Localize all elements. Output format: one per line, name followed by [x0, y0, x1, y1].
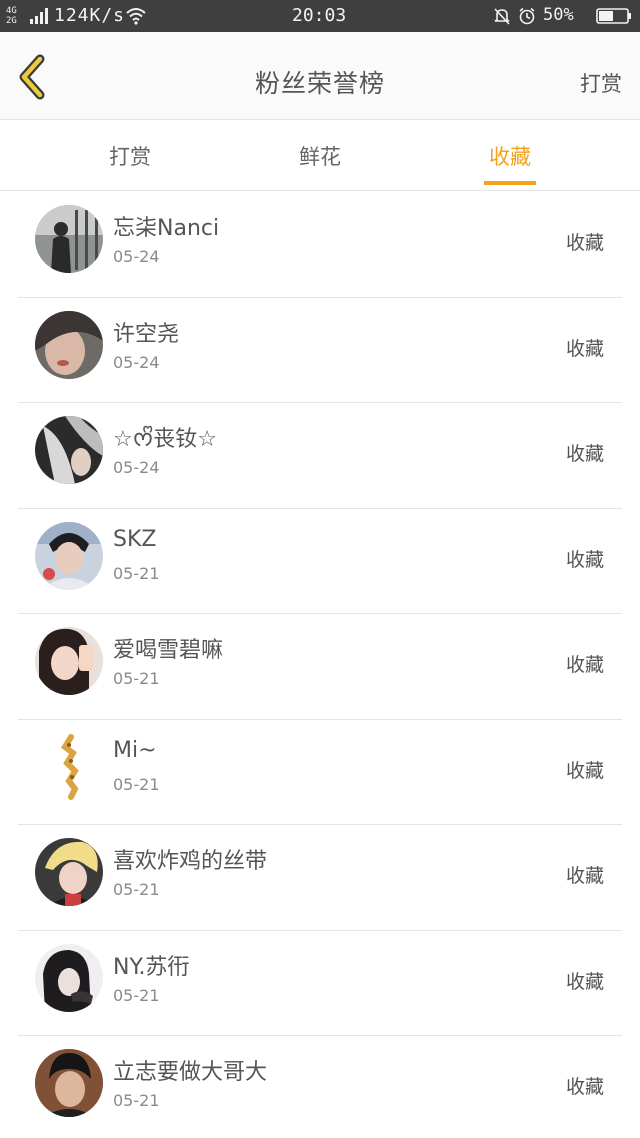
entry-date: 05-21: [113, 1091, 160, 1110]
avatar: [35, 521, 103, 590]
avatar: [35, 838, 103, 906]
bell-muted-icon: [494, 8, 510, 25]
entry-date: 05-21: [113, 563, 160, 583]
entry-type: 收藏: [565, 443, 604, 465]
entry-type: 收藏: [565, 1076, 604, 1098]
fan-name: 许空尧: [113, 321, 180, 347]
wifi-icon: [126, 8, 146, 25]
list-item[interactable]: Mi~ 05-21 收藏: [18, 720, 622, 825]
list-item[interactable]: NY.苏衎 05-21 收藏: [18, 931, 622, 1036]
entry-date: 05-24: [113, 247, 160, 266]
network-type-top: 4G: [6, 6, 17, 16]
signal-icon: [30, 8, 48, 24]
fan-name: 喜欢炸鸡的丝带: [113, 849, 268, 874]
entry-type: 收藏: [565, 548, 604, 571]
avatar: [35, 627, 103, 695]
entry-type: 收藏: [565, 865, 604, 887]
entry-date: 05-21: [113, 774, 160, 794]
fan-name: ☆ᰔᩚ丧钕☆: [113, 427, 217, 452]
page-title: 粉丝荣誉榜: [254, 69, 385, 98]
nav-header: 粉丝荣誉榜 打赏: [0, 32, 640, 120]
reward-button[interactable]: 打赏: [580, 68, 622, 98]
list-item[interactable]: 爱喝雪碧嘛 05-21 收藏: [18, 614, 622, 720]
list-item[interactable]: 许空尧 05-24 收藏: [18, 298, 622, 403]
tab-bar: 打赏 鲜花 收藏: [0, 121, 640, 191]
avatar: [35, 943, 103, 1012]
network-type-bottom: 2G: [6, 16, 17, 26]
entry-type: 收藏: [565, 232, 604, 254]
avatar: [35, 205, 103, 273]
alarm-icon: [519, 7, 535, 25]
active-tab-indicator: [484, 181, 536, 185]
tab-reward[interactable]: 打赏: [60, 141, 200, 171]
entry-date: 05-24: [113, 458, 160, 477]
avatar: [35, 310, 103, 379]
network-type: 4G 2G: [6, 6, 17, 26]
list-item[interactable]: 立志要做大哥大 05-21 收藏: [18, 1036, 622, 1138]
fan-name: SKZ: [113, 526, 157, 552]
entry-date: 05-21: [113, 985, 160, 1005]
list-item[interactable]: SKZ 05-21 收藏: [18, 509, 622, 614]
network-speed: 124K/s: [54, 5, 126, 26]
fan-list: 忘㭍Nanci 05-24 收藏 许空尧 05-24 收藏 ☆ᰔᩚ丧钕☆ 05-…: [0, 192, 640, 1138]
fan-name: 忘㭍Nanci: [113, 216, 220, 241]
entry-type: 收藏: [565, 759, 604, 782]
clock: 20:03: [292, 5, 347, 26]
avatar: [35, 732, 103, 801]
list-item[interactable]: 喜欢炸鸡的丝带 05-21 收藏: [18, 825, 622, 931]
entry-type: 收藏: [565, 970, 604, 993]
fan-name: Mi~: [113, 737, 157, 763]
list-item[interactable]: ☆ᰔᩚ丧钕☆ 05-24 收藏: [18, 403, 622, 509]
avatar: [35, 416, 103, 484]
status-bar: 4G 2G 124K/s 20:03 50%: [0, 0, 640, 32]
battery-percent: 50%: [543, 5, 574, 25]
fan-name: NY.苏衎: [113, 954, 190, 980]
entry-type: 收藏: [565, 337, 604, 360]
tab-favorites[interactable]: 收藏: [440, 141, 580, 171]
entry-date: 05-21: [113, 669, 160, 688]
entry-date: 05-21: [113, 880, 160, 899]
entry-date: 05-24: [113, 352, 160, 372]
list-item[interactable]: 忘㭍Nanci 05-24 收藏: [18, 192, 622, 298]
tab-flowers[interactable]: 鲜花: [250, 141, 390, 171]
entry-type: 收藏: [565, 654, 604, 676]
fan-name: 立志要做大哥大: [113, 1060, 268, 1085]
avatar: [35, 1049, 103, 1117]
fan-name: 爱喝雪碧嘛: [113, 638, 224, 663]
battery-icon: [596, 8, 631, 24]
